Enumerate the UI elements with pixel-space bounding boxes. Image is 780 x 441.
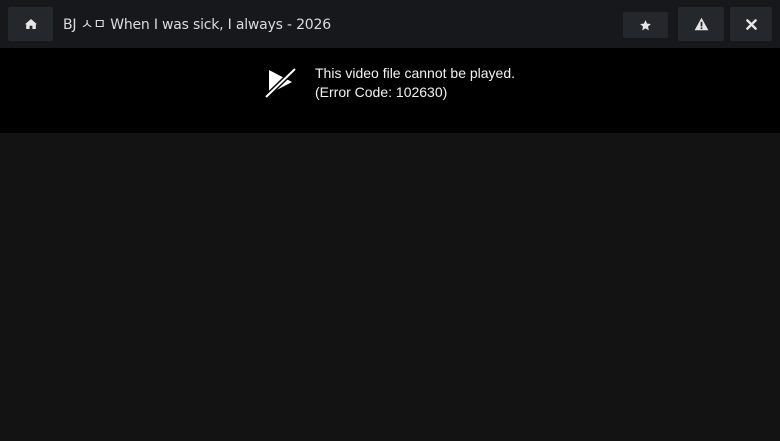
favorite-button[interactable] [623, 12, 668, 38]
star-icon [639, 19, 652, 32]
close-button[interactable] [730, 7, 772, 41]
error-message: This video file cannot be played. (Error… [315, 64, 515, 102]
home-icon [24, 18, 38, 30]
video-blocked-icon [263, 67, 297, 103]
error-message-line: This video file cannot be played. [315, 65, 516, 81]
content-area [0, 133, 780, 441]
top-bar: BJ ㅅㅁ When I was sick, I always - 2026 [0, 0, 780, 48]
error-code: (Error Code: 102630) [315, 84, 448, 100]
report-button[interactable] [678, 7, 724, 41]
close-icon [745, 18, 757, 30]
page-title: BJ ㅅㅁ When I was sick, I always - 2026 [63, 17, 331, 33]
warning-icon [694, 17, 709, 31]
home-button[interactable] [8, 7, 53, 41]
